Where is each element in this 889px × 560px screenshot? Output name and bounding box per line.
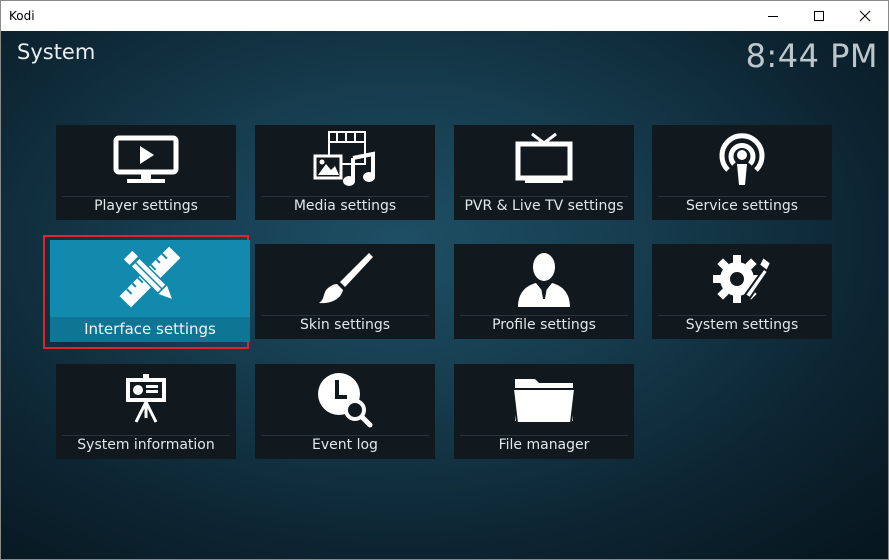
- tile-label: Skin settings: [299, 317, 391, 333]
- paintbrush-icon: [255, 248, 435, 310]
- tile-label: System settings: [685, 317, 799, 333]
- tile-label: PVR & Live TV settings: [464, 198, 624, 214]
- tile-profile-settings[interactable]: Profile settings: [454, 244, 634, 339]
- title-bar[interactable]: Kodi: [1, 1, 888, 31]
- pencil-ruler-icon: [50, 244, 250, 310]
- tile-label: File manager: [498, 437, 590, 453]
- monitor-play-icon: [56, 129, 236, 191]
- minimize-icon: [768, 16, 778, 17]
- tile-event-log[interactable]: Event log: [255, 364, 435, 459]
- tile-service-settings[interactable]: Service settings: [652, 125, 832, 220]
- tile-label: Media settings: [293, 198, 397, 214]
- tile-pvr-live-tv-settings[interactable]: PVR & Live TV settings: [454, 125, 634, 220]
- tile-media-settings[interactable]: Media settings: [255, 125, 435, 220]
- maximize-icon: [814, 11, 824, 21]
- maximize-button[interactable]: [796, 1, 842, 31]
- tile-interface-settings[interactable]: Interface settings: [50, 240, 250, 342]
- clock: 8:44 PM: [745, 37, 878, 75]
- broadcast-podcast-icon: [652, 129, 832, 191]
- tile-label: System information: [77, 437, 215, 453]
- page-title: System: [17, 40, 96, 64]
- kodi-window: Kodi System 8:44 PM Player settings Medi…: [0, 0, 889, 560]
- tile-file-manager[interactable]: File manager: [454, 364, 634, 459]
- window-title: Kodi: [9, 9, 35, 23]
- media-film-music-icon: [255, 129, 435, 191]
- presentation-board-icon: [56, 368, 236, 430]
- kodi-app-area: System 8:44 PM Player settings Media set…: [1, 31, 888, 559]
- tile-skin-settings[interactable]: Skin settings: [255, 244, 435, 339]
- tv-antenna-icon: [454, 129, 634, 191]
- tile-label: Event log: [312, 437, 378, 453]
- tile-label: Player settings: [94, 198, 198, 214]
- tile-label: Service settings: [685, 198, 799, 214]
- close-button[interactable]: [842, 1, 888, 31]
- tile-player-settings[interactable]: Player settings: [56, 125, 236, 220]
- gear-wrench-icon: [652, 248, 832, 310]
- tile-label: Interface settings: [50, 317, 250, 342]
- tile-label: Profile settings: [492, 317, 596, 333]
- close-icon: [859, 10, 871, 22]
- tile-system-information[interactable]: System information: [56, 364, 236, 459]
- tile-system-settings[interactable]: System settings: [652, 244, 832, 339]
- folder-icon: [454, 368, 634, 430]
- minimize-button[interactable]: [750, 1, 796, 31]
- clock-search-icon: [255, 368, 435, 430]
- user-profile-icon: [454, 248, 634, 310]
